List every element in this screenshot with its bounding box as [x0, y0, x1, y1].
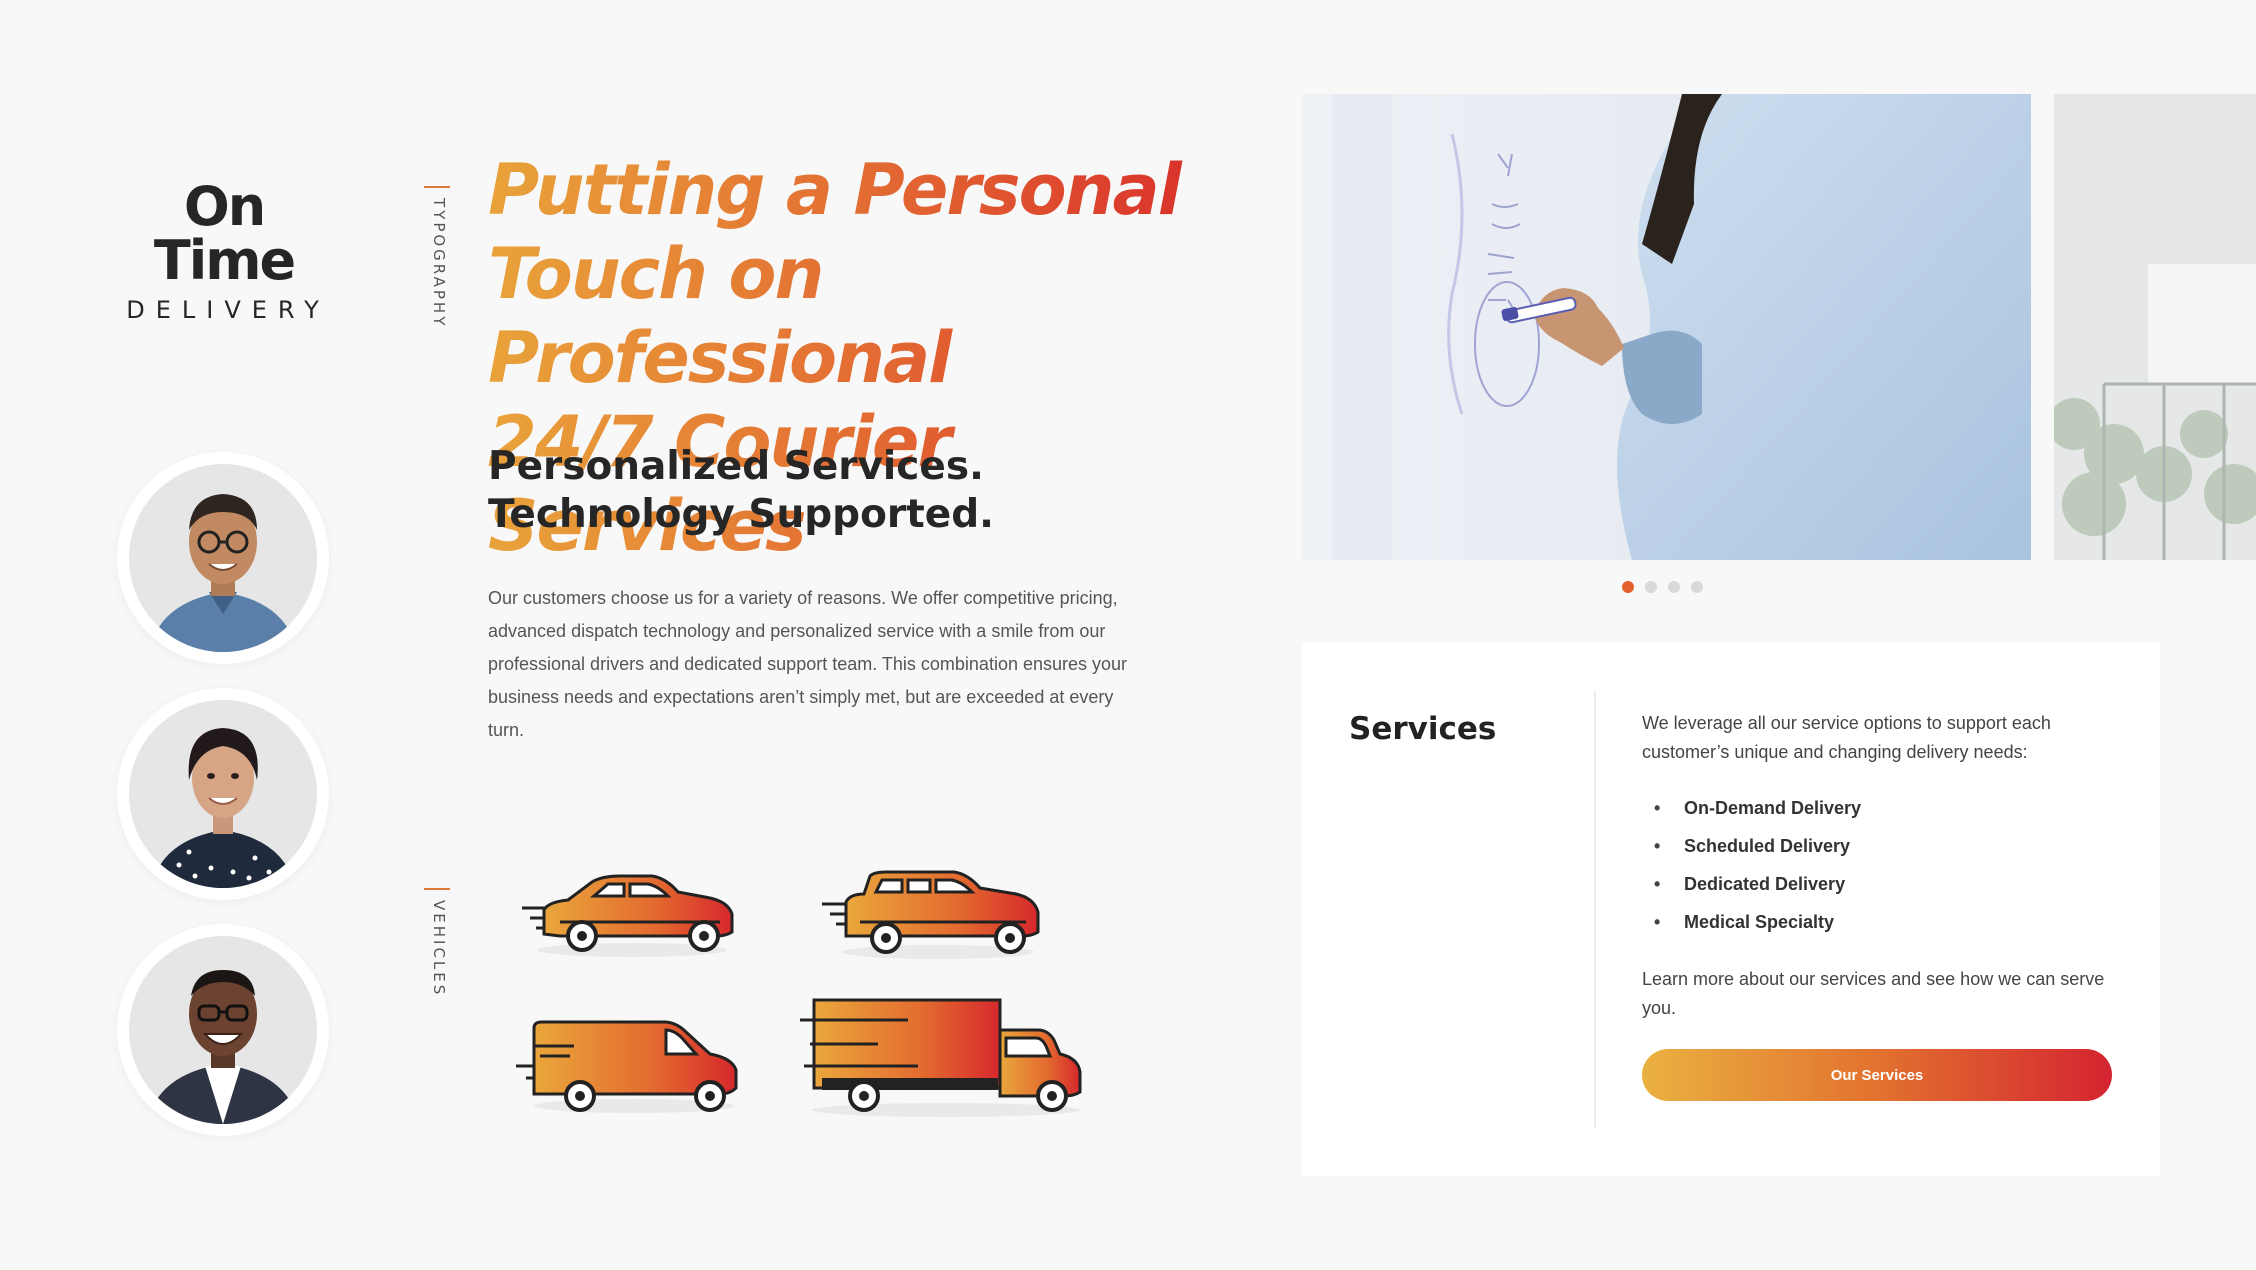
brand-tagline: DELIVERY [126, 296, 330, 324]
carousel-dot-1[interactable] [1622, 581, 1634, 593]
carousel-slide-next[interactable] [2054, 94, 2256, 560]
sedan-vehicle-icon [522, 874, 734, 957]
section-label-vehicles-text: VEHICLES [430, 900, 448, 998]
brand-logo[interactable]: On Time DELIVERY [114, 175, 334, 325]
section-label-typography: TYPOGRAPHY [418, 186, 458, 346]
services-outro: Learn more about our services and see ho… [1642, 969, 2105, 1018]
services-intro: We leverage all our service options to s… [1642, 713, 2051, 762]
hero-paragraph: Our customers choose us for a variety of… [488, 588, 1128, 740]
section-label-typography-text: TYPOGRAPHY [430, 198, 448, 329]
whiteboard-photo-image [1302, 94, 2031, 560]
hero-subheading-line2: Technology Supported. [488, 492, 994, 537]
services-list: On-Demand Delivery Scheduled Delivery De… [1642, 789, 2112, 941]
services-list-item: Medical Specialty [1642, 903, 2112, 941]
avatar-man-suit [117, 924, 329, 1136]
services-title: Services [1349, 711, 1497, 747]
services-list-item: Scheduled Delivery [1642, 827, 2112, 865]
hero-subheading-line1: Personalized Services. [488, 444, 984, 489]
section-tick [424, 888, 450, 890]
services-list-item: On-Demand Delivery [1642, 789, 2112, 827]
truck-vehicle-icon [800, 998, 1082, 1117]
hero-subheading: Personalized Services. Technology Suppor… [488, 443, 1088, 539]
carousel-dot-4[interactable] [1691, 581, 1703, 593]
services-card: Services We leverage all our service opt… [1302, 643, 2160, 1176]
hero-headline-line1: Putting a Personal [488, 149, 1180, 231]
portrait-woman-image [129, 700, 317, 888]
services-list-item: Dedicated Delivery [1642, 865, 2112, 903]
carousel-dot-3[interactable] [1668, 581, 1680, 593]
van-vehicle-icon [516, 1020, 738, 1113]
carousel-pagination [1622, 581, 1703, 593]
carousel-slide-active[interactable] [1302, 94, 2031, 560]
services-body: We leverage all our service options to s… [1642, 709, 2112, 1023]
avatar-woman [117, 688, 329, 900]
portrait-man-suit-image [129, 936, 317, 1124]
services-divider [1594, 691, 1596, 1128]
carousel-dot-2[interactable] [1645, 581, 1657, 593]
office-plants-photo-image [2054, 94, 2256, 560]
our-services-button[interactable]: Our Services [1642, 1049, 2112, 1101]
hero-headline-line2: Touch on Professional [488, 233, 951, 399]
avatar-man-glasses [117, 452, 329, 664]
section-label-vehicles: VEHICLES [418, 888, 458, 1008]
section-tick [424, 186, 450, 188]
brand-name: On Time [153, 175, 296, 292]
wagon-vehicle-icon [822, 870, 1040, 959]
portrait-man-glasses-image [129, 464, 317, 652]
